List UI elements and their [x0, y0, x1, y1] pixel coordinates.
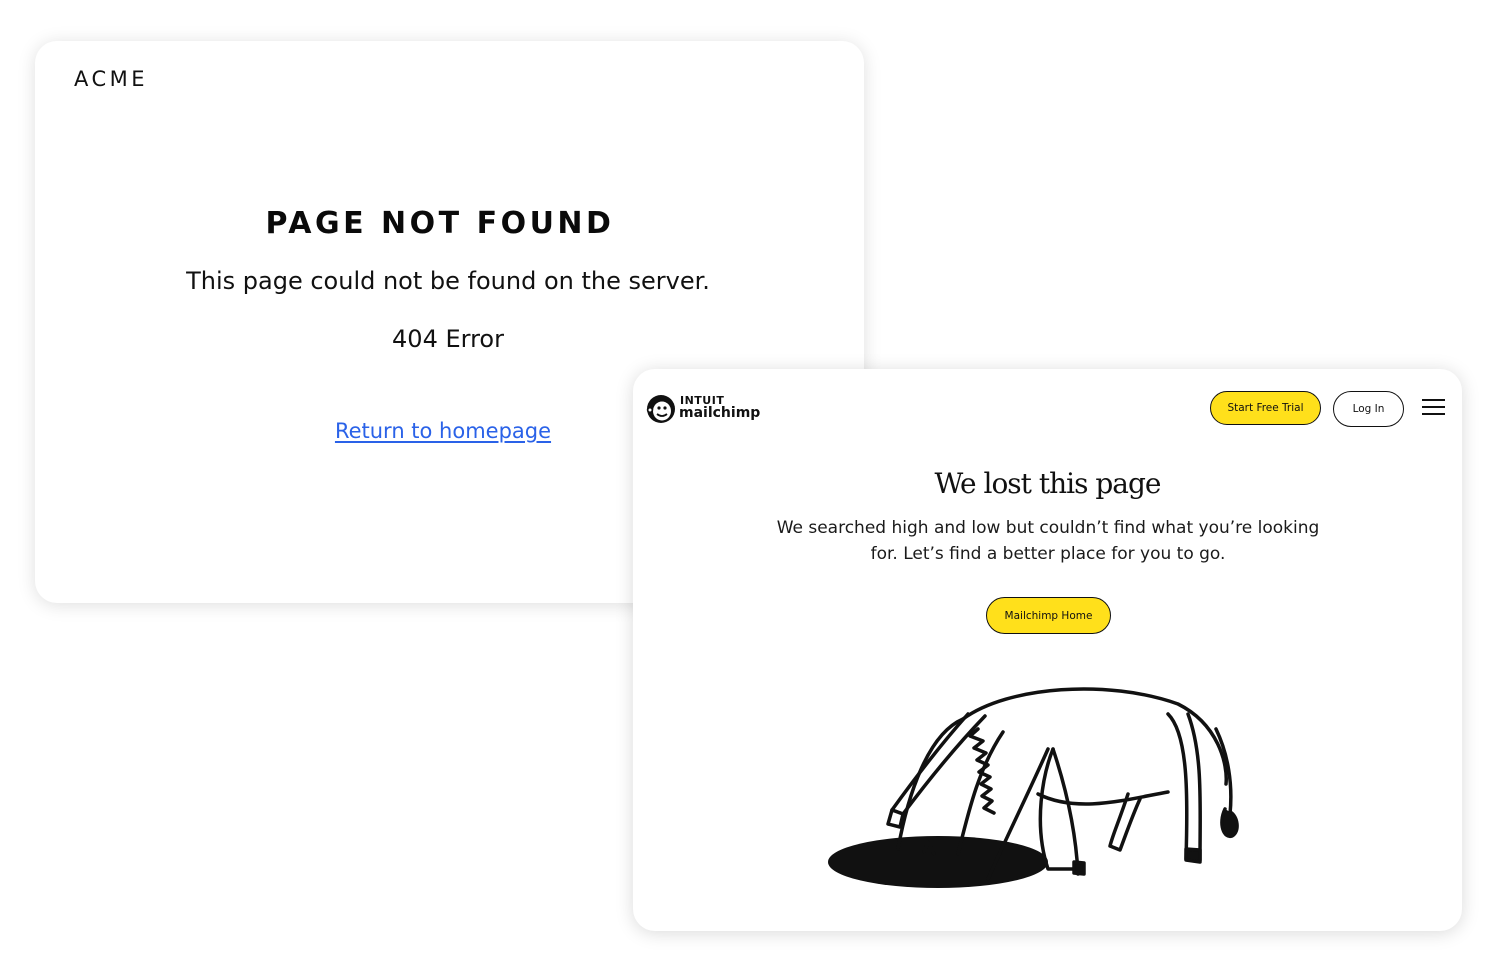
freddie-chimp-icon — [646, 395, 675, 423]
return-home-link[interactable]: Return to homepage — [325, 419, 561, 443]
brand-mailchimp: mailchimp — [679, 405, 761, 421]
screenshot-stage: ACME PAGE NOT FOUND This page could not … — [0, 0, 1500, 980]
start-free-trial-button[interactable]: Start Free Trial — [1210, 391, 1321, 425]
mailchimp-home-button[interactable]: Mailchimp Home — [986, 597, 1111, 634]
page-title: PAGE NOT FOUND — [265, 206, 615, 241]
error-code: 404 Error — [392, 325, 504, 353]
mailchimp-logo[interactable]: INTUIT mailchimp — [645, 391, 775, 427]
log-in-button[interactable]: Log In — [1333, 391, 1404, 427]
error-message: We searched high and low but couldn’t fi… — [776, 518, 1320, 564]
error-message: This page could not be found on the serv… — [186, 267, 710, 295]
acme-logo[interactable]: ACME — [74, 67, 148, 91]
page-title: We lost this page — [934, 467, 1162, 500]
hamburger-menu-icon[interactable] — [1422, 399, 1446, 417]
mailchimp-404-card: INTUIT mailchimp Start Free Trial Log In… — [633, 369, 1462, 931]
horse-in-hole-illustration — [828, 687, 1239, 888]
